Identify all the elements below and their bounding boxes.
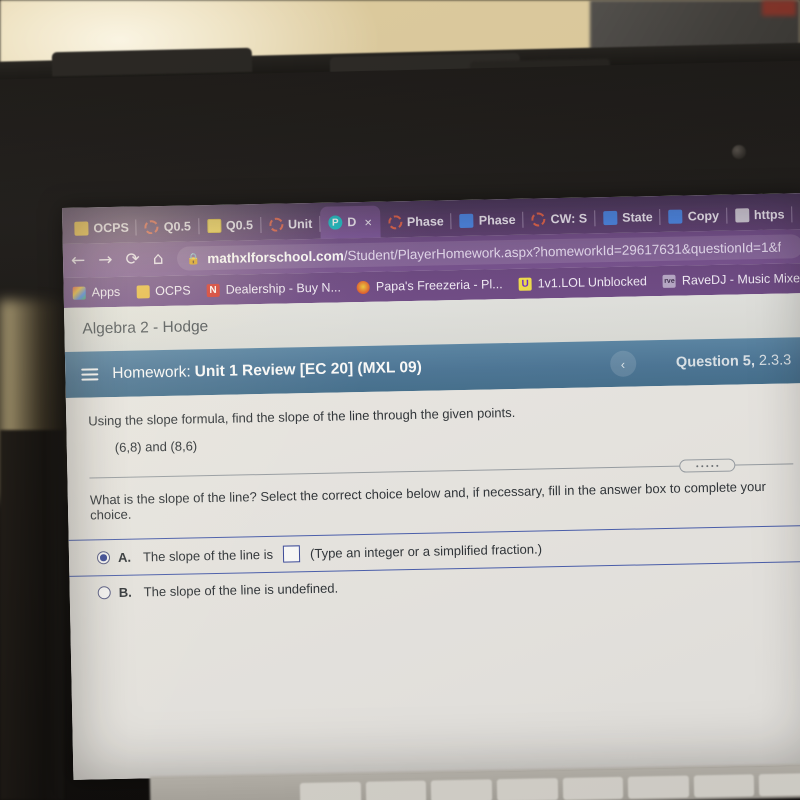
url-path: /Student/PlayerHomework.aspx?homeworkId=…: [343, 239, 782, 263]
browser-tab-7[interactable]: CW: S: [523, 203, 595, 234]
url-domain: mathxlforschool.com: [207, 247, 344, 266]
bookmark-papas-freezeria[interactable]: Papa's Freezeria - Pl...: [356, 277, 503, 294]
dashed-circle-icon: [268, 217, 284, 232]
tab-label: https: [753, 207, 785, 223]
tab-label: Phase: [406, 214, 444, 230]
answer-input-a[interactable]: [282, 545, 301, 563]
bookmark-ravedj[interactable]: rve RaveDJ - Music Mixer: [662, 271, 800, 288]
apps-grid-icon: [72, 286, 86, 300]
doc-icon: [603, 210, 618, 226]
course-title: Algebra 2 - Hodge: [82, 318, 209, 338]
resize-grip-handle[interactable]: [679, 458, 736, 473]
keyboard-key: [365, 780, 427, 800]
tab-label: Q0.5: [163, 219, 192, 234]
browser-tab-3[interactable]: Unit: [261, 209, 321, 240]
browser-tab-5[interactable]: Phase: [380, 206, 452, 237]
choice-letter-b: B.: [118, 584, 132, 600]
back-icon[interactable]: ←: [71, 250, 86, 270]
question-id: 2.3.3: [758, 352, 792, 370]
mathxl-page: Algebra 2 - Hodge Homework: Unit 1 Review…: [64, 292, 800, 780]
question-instruction: Using the slope formula, find the slope …: [88, 404, 516, 429]
pearson-p-icon: P: [328, 215, 343, 230]
red-object: [762, 0, 796, 16]
papas-icon: [356, 280, 371, 294]
question-number: Question 5, 2.3.3: [676, 352, 792, 370]
ravedj-icon: rve: [662, 274, 677, 288]
question-content: Using the slope formula, find the slope …: [65, 382, 800, 780]
radio-button-a[interactable]: [96, 551, 111, 565]
radio-button-b[interactable]: [97, 586, 111, 600]
left-bezel-shadow: [0, 430, 64, 800]
bookmark-label: RaveDJ - Music Mixer: [681, 271, 800, 288]
tab-label: State: [622, 210, 653, 225]
tab-label: Copy: [687, 208, 720, 224]
ocps-icon: [136, 284, 150, 299]
browser-tab-10[interactable]: https: [727, 199, 793, 230]
keyboard-key: [431, 779, 493, 800]
wifi-icon: [734, 208, 750, 223]
keyboard-key: [299, 781, 361, 800]
browser-tab-1[interactable]: Q0.5: [137, 211, 200, 242]
question-prompt: What is the slope of the line? Select th…: [89, 478, 766, 523]
browser-tab-8[interactable]: State: [595, 202, 661, 233]
laptop-screen: OCPS Q0.5 Q0.5 Unit P D × Phase Phase CW…: [62, 192, 800, 780]
dashed-circle-icon: [387, 215, 403, 230]
webcam-dot: [732, 145, 746, 159]
browser-tab-9[interactable]: Copy: [660, 201, 727, 232]
previous-question-button[interactable]: ‹: [609, 350, 637, 378]
doc-icon: [668, 209, 683, 224]
tab-label: CW: S: [550, 211, 588, 227]
tab-label: Unit: [287, 216, 313, 232]
homework-label: Homework:: [112, 363, 191, 383]
browser-tab-2[interactable]: Q0.5: [199, 210, 262, 241]
doc-icon: [459, 213, 474, 229]
header-spacer: [436, 364, 596, 367]
bookmark-ocps[interactable]: OCPS: [136, 283, 191, 298]
answer-choices: A. The slope of the line is (Type an int…: [68, 524, 800, 609]
bookmark-label: 1v1.LOL Unblocked: [537, 274, 648, 291]
image-icon: [206, 218, 222, 234]
browser-tab-6[interactable]: Phase: [451, 205, 523, 236]
netflix-n-icon: N: [206, 283, 220, 297]
keyboard-key: [562, 776, 624, 800]
choice-hint-a: (Type an integer or a simplified fractio…: [309, 541, 543, 562]
url-text: mathxlforschool.com/Student/PlayerHomewo…: [207, 239, 781, 266]
tab-label: OCPS: [93, 220, 129, 236]
browser-tab-0[interactable]: OCPS: [66, 213, 137, 244]
keyboard-key: [693, 774, 755, 798]
ocps-icon: [74, 221, 89, 236]
1v1lol-icon: U: [518, 277, 532, 291]
tab-label: D: [347, 215, 357, 230]
keyboard-key: [496, 778, 558, 800]
bookmark-label: OCPS: [155, 283, 191, 299]
close-icon[interactable]: ×: [364, 214, 372, 229]
hinge-bump-left: [51, 47, 253, 77]
choice-letter-a: A.: [117, 549, 132, 565]
bookmark-1v1lol[interactable]: U 1v1.LOL Unblocked: [518, 274, 647, 291]
dashed-circle-icon: [144, 220, 159, 235]
choice-text-b: The slope of the line is undefined.: [143, 580, 339, 600]
bookmark-label: Dealership - Buy N...: [225, 280, 342, 297]
forward-icon[interactable]: →: [98, 249, 113, 269]
question-points: (6,8) and (8,6): [114, 438, 198, 455]
choice-text-a: The slope of the line is: [142, 546, 274, 565]
laptop-photo: OCPS Q0.5 Q0.5 Unit P D × Phase Phase CW…: [0, 0, 800, 800]
hamburger-menu-icon[interactable]: [81, 368, 99, 381]
bookmark-dealership[interactable]: N Dealership - Buy N...: [206, 280, 341, 297]
question-label: Question 5,: [675, 353, 756, 371]
lock-icon: 🔒: [186, 252, 201, 266]
tab-label: Phase: [478, 212, 516, 228]
keyboard-key: [627, 775, 689, 799]
keyboard-key: [759, 773, 800, 797]
reload-icon[interactable]: ⟳: [125, 249, 140, 269]
bookmark-label: Papa's Freezeria - Pl...: [375, 277, 503, 294]
bookmark-apps[interactable]: Apps: [72, 284, 121, 300]
tab-label: Q0.5: [225, 218, 254, 233]
home-icon[interactable]: ⌂: [153, 248, 164, 268]
homework-title: Homework: Unit 1 Review [EC 20] (MXL 09): [112, 359, 422, 383]
dashed-circle-icon: [531, 212, 546, 227]
homework-name: Unit 1 Review [EC 20] (MXL 09): [194, 358, 422, 381]
browser-tab-active[interactable]: P D ×: [319, 205, 381, 239]
bookmark-label: Apps: [91, 284, 121, 300]
